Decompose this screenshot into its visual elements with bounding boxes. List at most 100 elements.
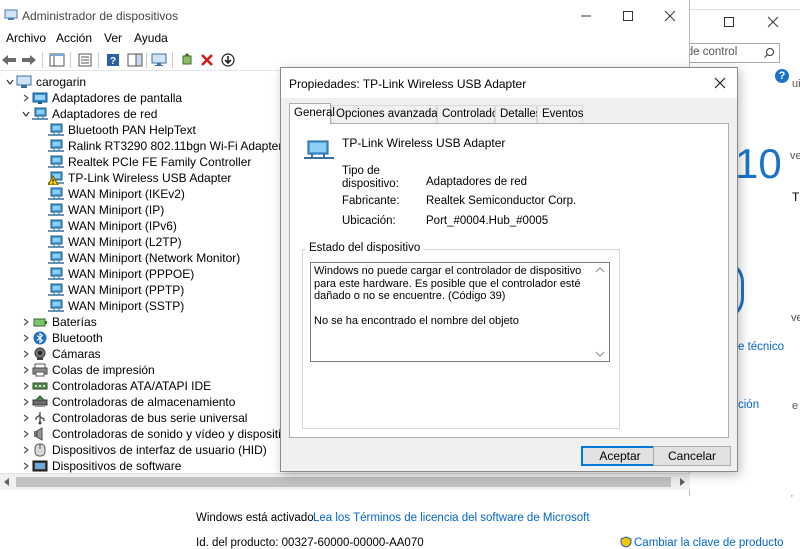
close-icon[interactable] [766,15,780,29]
scrollbar-thumb[interactable] [16,477,671,487]
change-product-key-link[interactable]: Cambiar la clave de producto [634,537,784,549]
tree-item[interactable]: Controladoras de sonido y vídeo y dispos… [20,426,316,442]
chevron-right-icon[interactable] [20,330,32,346]
tree-item[interactable]: Realtek PCIe FE Family Controller [36,154,251,170]
dialog-title-bar[interactable]: Propiedades: TP-Link Wireless USB Adapte… [281,68,737,98]
close-icon[interactable] [662,8,678,24]
update-driver-button[interactable] [178,51,196,69]
tab-general[interactable]: General [289,103,335,124]
tree-item[interactable]: Adaptadores de pantalla [20,90,182,106]
action-pane-button[interactable] [126,51,144,69]
tree-item-label: Adaptadores de red [52,107,158,121]
tree-item-label: WAN Miniport (Network Monitor) [68,251,241,265]
chevron-right-icon[interactable] [20,426,32,442]
tree-item[interactable]: Controladoras de bus serie universal [20,410,247,426]
chevron-down-icon[interactable] [4,74,16,90]
tree-item[interactable]: Colas de impresión [20,362,155,378]
tree-item[interactable]: Adaptadores de red [20,106,157,122]
tree-item[interactable]: WAN Miniport (IPv6) [36,218,177,234]
scroll-up-icon[interactable] [595,266,605,274]
chevron-right-icon[interactable] [20,394,32,410]
action-link[interactable]: ción [738,399,759,411]
tree-item-label: Colas de impresión [52,363,155,377]
chevron-right-icon[interactable] [20,346,32,362]
maximize-icon[interactable] [722,15,736,29]
chevron-right-icon[interactable] [20,442,32,458]
tree-item[interactable]: Cámaras [20,346,101,362]
horizontal-scrollbar[interactable] [0,473,690,490]
hid-icon [32,443,48,457]
tree-item[interactable]: WAN Miniport (L2TP) [36,234,182,250]
chevron-right-icon[interactable] [20,458,32,474]
support-link[interactable]: e técnico [738,341,784,353]
tree-item[interactable]: Dispositivos de interfaz de usuario (HID… [20,442,267,458]
help-book-icon: ? [107,54,119,67]
minimize-icon[interactable] [578,8,594,24]
network-adapter-icon [32,107,48,121]
license-terms-link[interactable]: Lea los Términos de licencia del softwar… [313,512,590,524]
chevron-right-icon[interactable] [20,362,32,378]
device-manager-title-bar[interactable]: Administrador de dispositivos [0,0,690,30]
back-button[interactable] [0,51,18,69]
computer-icon [16,75,32,89]
chevron-right-icon[interactable] [20,314,32,330]
tree-item[interactable]: Dispositivos de software [20,458,181,474]
forward-button[interactable] [20,51,38,69]
scroll-left-icon[interactable] [3,478,11,486]
tree-item[interactable]: Controladoras de almacenamiento [20,394,235,410]
tree-item[interactable]: Bluetooth PAN HelpText [36,122,196,138]
scan-hardware-button[interactable] [150,51,168,69]
network-adapter-icon [48,187,64,201]
enable-device-button[interactable] [219,51,237,69]
ok-button[interactable]: Aceptar [581,446,659,466]
toolbar-separator [42,52,43,68]
help-button[interactable]: ? [104,51,122,69]
properties-button[interactable] [76,51,94,69]
search-input[interactable]: l de control [681,43,780,63]
chevron-right-icon[interactable] [20,410,32,426]
tree-item[interactable]: Ralink RT3290 802.11bgn Wi-Fi Adapter [36,138,282,154]
close-icon[interactable] [713,76,727,90]
show-hide-console-tree-button[interactable] [48,51,66,69]
tree-item[interactable]: WAN Miniport (PPTP) [36,282,184,298]
tree-item[interactable]: WAN Miniport (IP) [36,202,164,218]
uninstall-device-button[interactable] [198,51,216,69]
tree-item[interactable]: Bluetooth [20,330,103,346]
tree-item[interactable]: Controladoras ATA/ATAPI IDE [20,378,211,394]
chevron-right-icon[interactable] [20,90,32,106]
tree-item[interactable]: Baterías [20,314,97,330]
tree-item[interactable]: TP-Link Wireless USB Adapter [36,170,231,186]
network-adapter-icon [48,203,64,217]
tree-item[interactable]: carogarin [4,74,86,90]
menu-ver[interactable]: Ver [104,31,122,45]
tree-item-label: WAN Miniport (L2TP) [68,235,182,249]
menu-accion[interactable]: Acción [56,31,92,45]
scroll-right-icon[interactable] [678,478,686,486]
tab-controlador[interactable]: Controlador [437,105,502,123]
tree-item[interactable]: WAN Miniport (SSTP) [36,298,184,314]
toolbar-separator [70,52,71,68]
tab-eventos[interactable]: Eventos [537,105,584,123]
cancel-button[interactable]: Cancelar [653,446,731,466]
network-adapter-icon [48,267,64,281]
menu-ayuda[interactable]: Ayuda [134,31,168,45]
properties-icon [78,53,92,67]
scroll-down-icon[interactable] [595,350,605,358]
tree-item[interactable]: WAN Miniport (Network Monitor) [36,250,240,266]
menu-archivo[interactable]: Archivo [6,31,46,45]
tab-opciones-avanzadas[interactable]: Opciones avanzadas [331,105,443,123]
network-adapter-icon [48,155,64,169]
chevron-down-icon[interactable] [20,106,32,122]
tree-item[interactable]: WAN Miniport (IKEv2) [36,186,185,202]
tree-item[interactable]: WAN Miniport (PPPOE) [36,266,194,282]
tree-item-label: Controladoras de sonido y vídeo y dispos… [52,427,317,441]
help-icon[interactable]: ? [775,69,789,83]
maximize-icon[interactable] [620,8,636,24]
chevron-right-icon[interactable] [20,378,32,394]
device-status-textbox[interactable]: Windows no puede cargar el controlador d… [310,262,610,362]
tab-detalles[interactable]: Detalles [495,105,542,123]
